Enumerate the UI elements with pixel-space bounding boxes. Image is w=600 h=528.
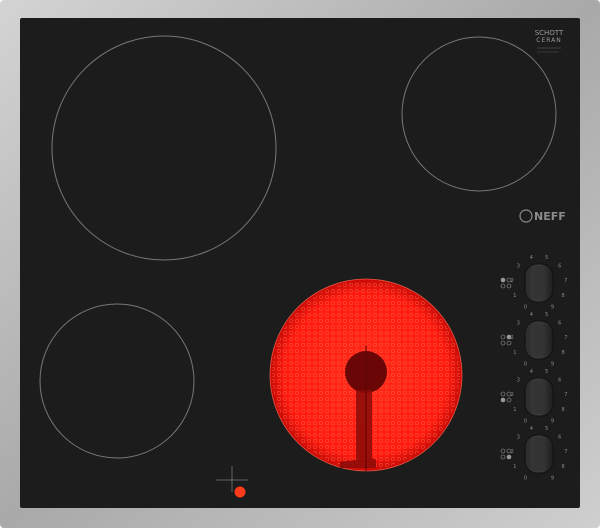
svg-text:NEFF: NEFF: [534, 210, 566, 223]
knob-scale-label: 2: [511, 278, 514, 284]
knob-scale-label: 2: [511, 392, 514, 398]
svg-text:CERAN: CERAN: [536, 37, 562, 44]
knob-scale-label: 1: [513, 350, 516, 356]
knob-scale-label: 8: [562, 293, 565, 299]
knob-scale-label: 6: [558, 378, 561, 384]
knob-scale-label: 0: [524, 304, 527, 310]
knob-scale-label: 4: [530, 255, 533, 261]
knob-scale-label: 4: [530, 426, 533, 432]
knob-scale-label: 6: [558, 321, 561, 327]
knob-scale-label: 3: [517, 378, 520, 384]
knob-grip: [534, 323, 544, 357]
knob-grip: [534, 266, 544, 300]
knob-scale-label: 1: [513, 407, 516, 413]
knob-scale-label: 6: [558, 435, 561, 441]
knob-scale-label: 1: [513, 293, 516, 299]
knob-scale-label: 0: [524, 361, 527, 367]
ceramic-hob: SCHOTT CERAN NEFF 0 1 2 3 4 5 6 7 8 9 0 1 2 3 4 5 6 7 8 9 0 1…: [0, 0, 600, 528]
knob-scale-label: 4: [530, 312, 533, 318]
knob-scale-label: 9: [551, 418, 554, 424]
knob-grip: [534, 380, 544, 414]
knob-scale-label: 9: [551, 304, 554, 310]
knob-scale-label: 4: [530, 369, 533, 375]
svg-text:SCHOTT: SCHOTT: [535, 29, 564, 37]
knob-scale-label: 3: [517, 264, 520, 270]
knob-scale-label: 3: [517, 435, 520, 441]
knob-scale-label: 8: [562, 350, 565, 356]
knob-scale-label: 1: [513, 464, 516, 470]
knob-scale-label: 3: [517, 321, 520, 327]
knob-scale-label: 9: [551, 361, 554, 367]
knob-scale-label: 2: [511, 449, 514, 455]
knob-scale-label: 5: [545, 255, 548, 261]
knob-scale-label: 9: [551, 475, 554, 481]
knob-scale-label: 8: [562, 407, 565, 413]
knob-scale-label: 5: [545, 312, 548, 318]
knob-scale-label: 0: [524, 418, 527, 424]
residual-heat-indicator: [234, 486, 246, 498]
knob-scale-label: 7: [564, 449, 567, 455]
knob-scale-label: 6: [558, 264, 561, 270]
knob-scale-label: 2: [511, 335, 514, 341]
knob-scale-label: 5: [545, 369, 548, 375]
knob-scale-label: 7: [564, 278, 567, 284]
knob-scale-label: 8: [562, 464, 565, 470]
knob-scale-label: 7: [564, 392, 567, 398]
zone-front-right[interactable]: [269, 278, 463, 472]
knob-scale-label: 0: [524, 475, 527, 481]
knob-scale-label: 5: [545, 426, 548, 432]
knob-scale-label: 7: [564, 335, 567, 341]
knob-grip: [534, 437, 544, 471]
